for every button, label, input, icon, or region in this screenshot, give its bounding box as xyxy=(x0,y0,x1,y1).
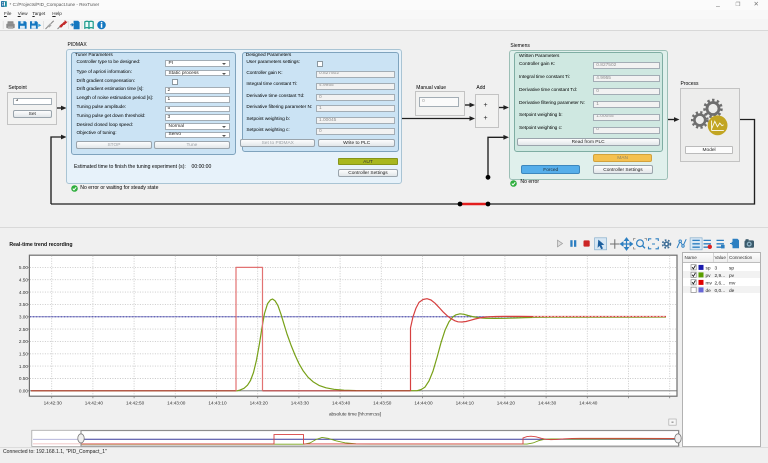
svg-text:de: de xyxy=(706,288,712,294)
svg-text:14:42:40: 14:42:40 xyxy=(85,401,104,406)
svg-text:mv: mv xyxy=(706,281,713,286)
svg-text:14:44:00: 14:44:00 xyxy=(414,401,433,406)
svg-text:1.00: 1.00 xyxy=(19,364,29,369)
svg-text:1.50: 1.50 xyxy=(19,352,29,357)
svg-text:14:42:50: 14:42:50 xyxy=(126,401,145,406)
svg-text:2.00: 2.00 xyxy=(19,339,29,344)
svg-text:2.50: 2.50 xyxy=(19,327,29,332)
svg-text:14:44:10: 14:44:10 xyxy=(456,401,475,406)
svg-text:14:43:00: 14:43:00 xyxy=(167,401,186,406)
svg-text:de: de xyxy=(729,288,735,294)
svg-text:4.00: 4.00 xyxy=(19,290,29,295)
svg-text:14:43:40: 14:43:40 xyxy=(332,401,351,406)
svg-text:0,0...: 0,0... xyxy=(715,288,726,294)
svg-text:3.00: 3.00 xyxy=(19,315,29,320)
svg-text:3: 3 xyxy=(715,265,718,271)
svg-text:14:43:10: 14:43:10 xyxy=(208,401,227,406)
svg-text:5.00: 5.00 xyxy=(19,265,29,270)
svg-text:0.50: 0.50 xyxy=(19,376,29,381)
svg-text:sp: sp xyxy=(729,266,734,271)
svg-text:2,9...: 2,9... xyxy=(715,273,726,279)
svg-text:14:43:20: 14:43:20 xyxy=(250,401,269,406)
svg-text:2,6...: 2,6... xyxy=(715,280,726,286)
svg-text:4.50: 4.50 xyxy=(19,277,29,282)
svg-text:absolute time [hh:mm:ss]: absolute time [hh:mm:ss] xyxy=(329,412,381,417)
svg-text:sp: sp xyxy=(706,266,711,271)
svg-text:pv: pv xyxy=(706,274,712,279)
svg-text:3.50: 3.50 xyxy=(19,302,29,307)
svg-text:0.00: 0.00 xyxy=(19,389,29,394)
svg-text:14:43:50: 14:43:50 xyxy=(373,401,392,406)
svg-text:14:44:40: 14:44:40 xyxy=(579,401,598,406)
svg-text:mv: mv xyxy=(729,281,736,286)
svg-text:14:44:20: 14:44:20 xyxy=(497,401,516,406)
svg-text:14:44:30: 14:44:30 xyxy=(538,401,557,406)
svg-text:14:42:30: 14:42:30 xyxy=(44,401,63,406)
svg-text:pv: pv xyxy=(729,274,735,279)
svg-text:14:43:30: 14:43:30 xyxy=(291,401,310,406)
